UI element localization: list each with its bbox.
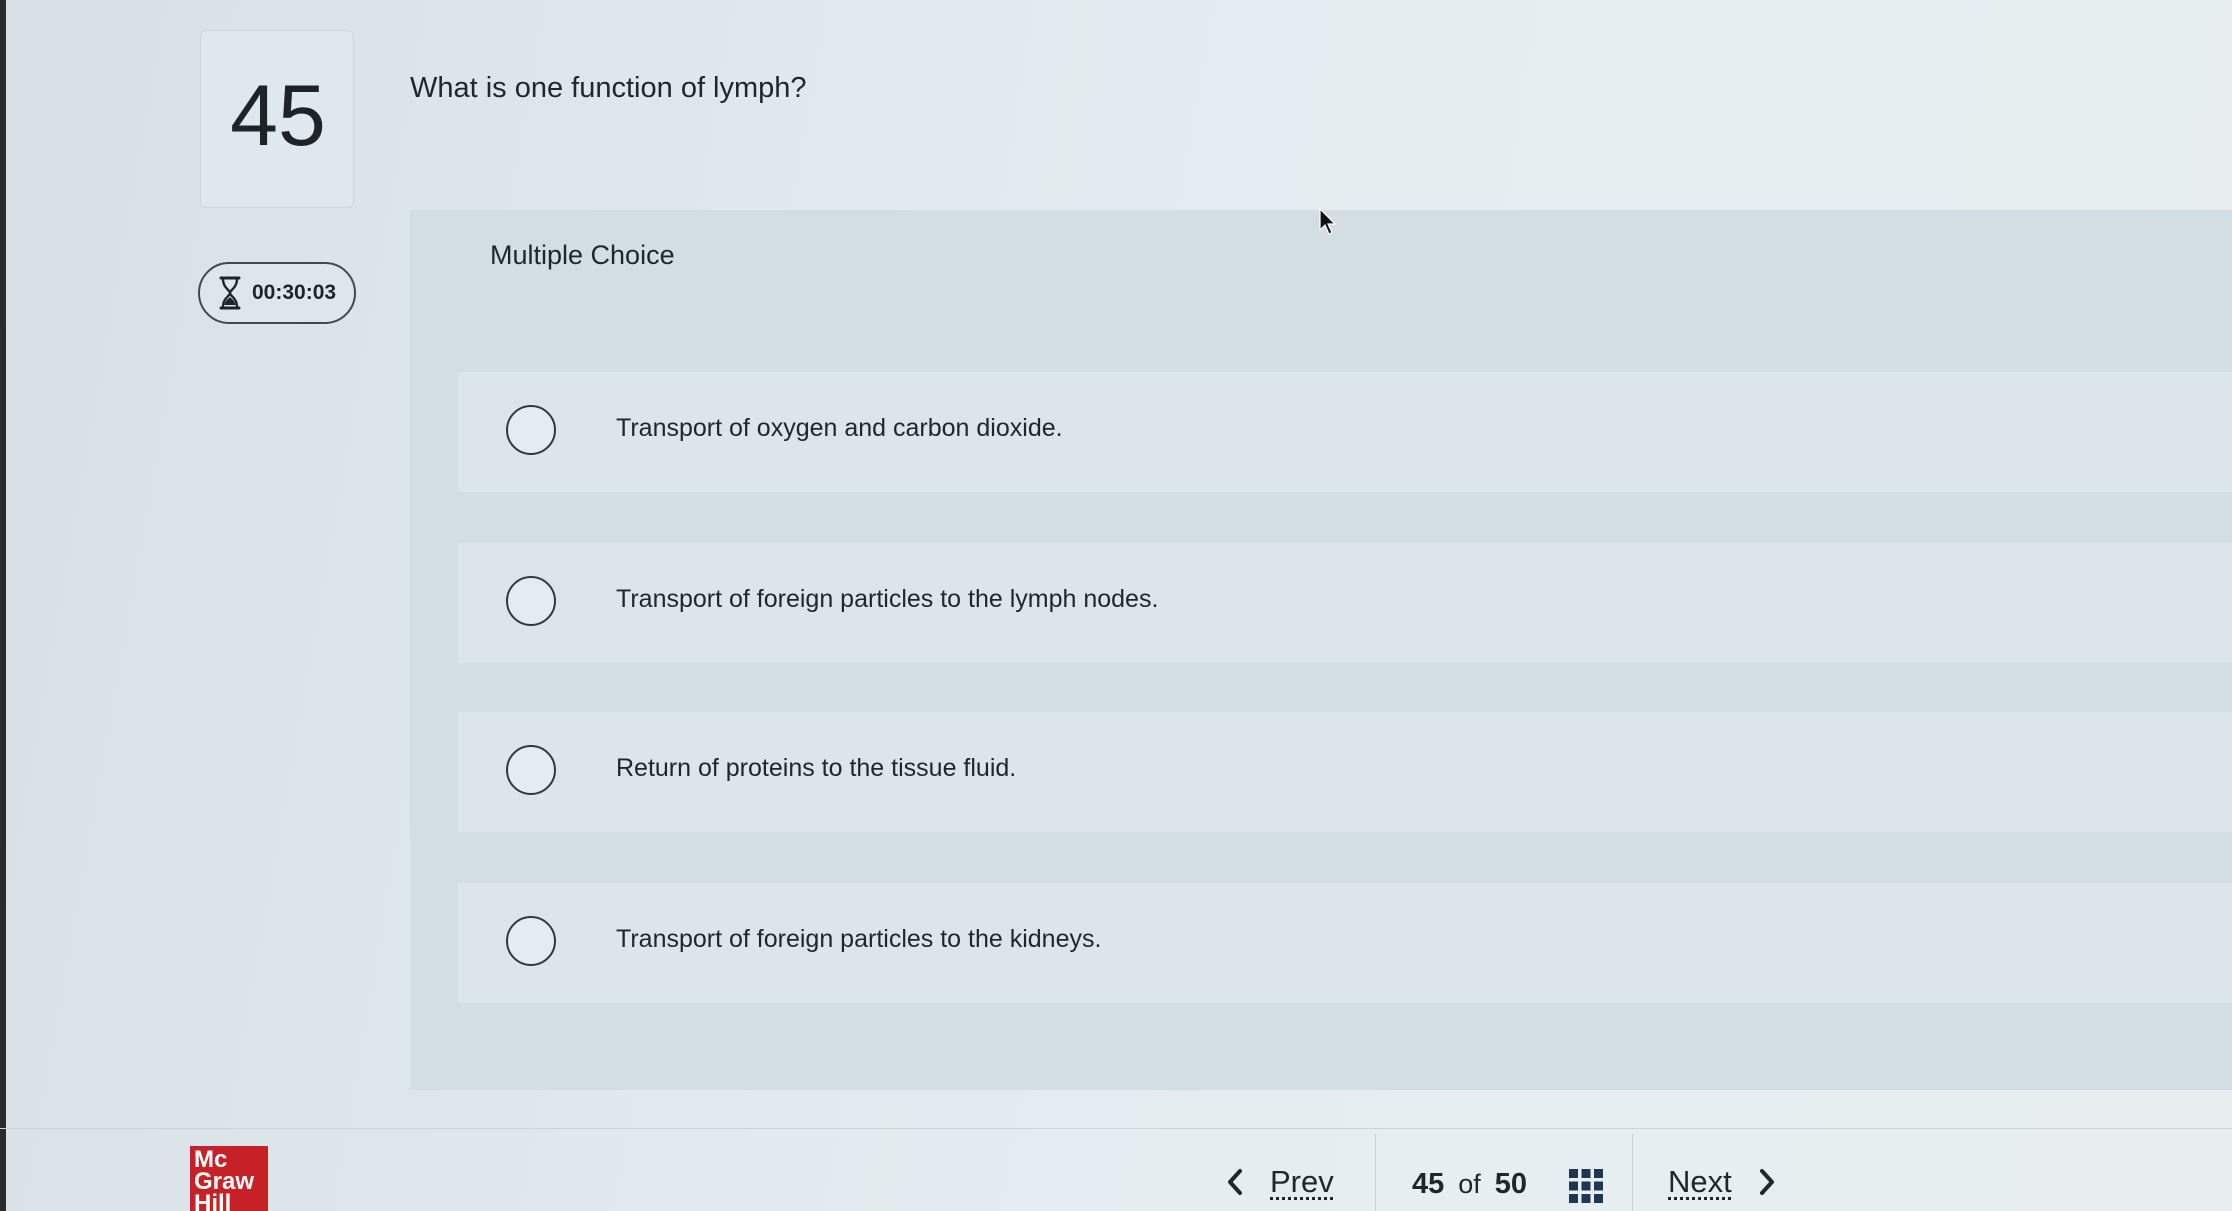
logo-line: Hill: [194, 1190, 232, 1211]
option-label: Transport of oxygen and carbon dioxide.: [616, 414, 1063, 442]
answer-option-2[interactable]: Transport of foreign particles to the ly…: [458, 543, 2232, 663]
current-page: 45: [1412, 1168, 1445, 1200]
window-edge: [0, 0, 6, 1211]
nav-divider: [1375, 1134, 1376, 1211]
option-radio[interactable]: [506, 745, 556, 795]
chevron-right-icon: [1759, 1169, 1774, 1195]
question-type-label: Multiple Choice: [490, 240, 675, 270]
nav-divider: [1632, 1134, 1633, 1211]
answer-option-1[interactable]: Transport of oxygen and carbon dioxide.: [458, 372, 2232, 492]
chevron-left-icon: [1228, 1169, 1242, 1195]
total-pages: 50: [1494, 1168, 1528, 1200]
answer-option-4[interactable]: Transport of foreign particles to the ki…: [458, 883, 2232, 1003]
next-label: Next: [1668, 1164, 1732, 1199]
question-grid-icon[interactable]: [1568, 1168, 1604, 1204]
option-radio[interactable]: [506, 576, 556, 626]
page-of-label: of: [1458, 1169, 1481, 1199]
question-text: What is one function of lymph?: [410, 72, 807, 104]
prev-button[interactable]: Prev: [1226, 1164, 1334, 1200]
footer-divider: [0, 1128, 2232, 1129]
option-label: Transport of foreign particles to the ki…: [616, 925, 1102, 953]
mouse-pointer-icon: [1319, 208, 1337, 235]
answer-option-3[interactable]: Return of proteins to the tissue fluid.: [458, 712, 2232, 832]
mcgraw-hill-logo: Mc Graw Hill: [190, 1146, 268, 1211]
hourglass-icon: [219, 276, 241, 310]
question-number-card: 45: [200, 30, 354, 208]
next-button[interactable]: Next: [1668, 1164, 1776, 1200]
prev-label: Prev: [1270, 1164, 1334, 1199]
option-label: Transport of foreign particles to the ly…: [616, 585, 1159, 613]
page-indicator: 45 of 50: [1412, 1168, 1527, 1201]
timer-badge[interactable]: 00:30:03: [198, 262, 356, 324]
option-radio[interactable]: [506, 405, 556, 455]
timer-value: 00:30:03: [252, 281, 337, 304]
question-number: 45: [230, 68, 326, 164]
option-label: Return of proteins to the tissue fluid.: [616, 754, 1017, 782]
option-radio[interactable]: [506, 916, 556, 966]
